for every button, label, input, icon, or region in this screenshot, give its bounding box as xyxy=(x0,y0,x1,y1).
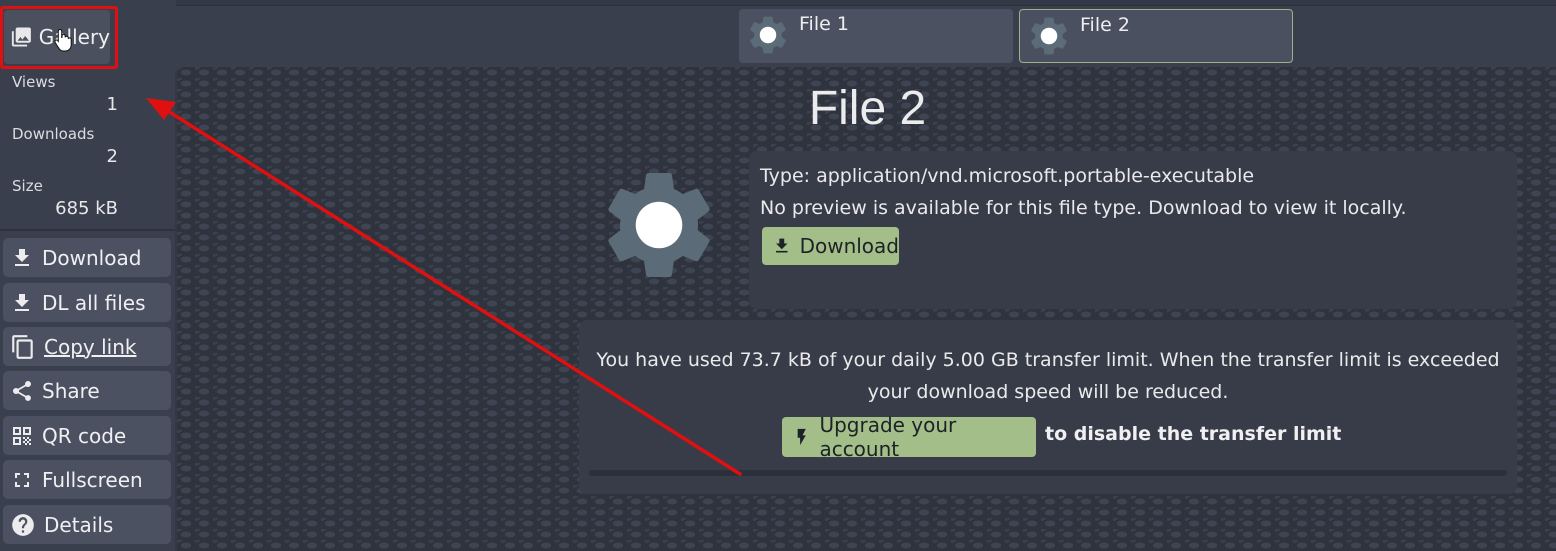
share-label: Share xyxy=(42,378,100,403)
fullscreen-icon xyxy=(15,472,29,487)
download-icon xyxy=(15,293,29,311)
upgrade-account-button[interactable]: Upgrade your account xyxy=(782,413,1036,461)
file-viewer: File 2 Type: application/vnd.microsoft.p… xyxy=(175,67,1556,551)
copy-link-label: Copy link xyxy=(44,334,137,359)
transfer-progress-bar xyxy=(589,470,1507,476)
qr-code-icon xyxy=(13,426,31,445)
details-button[interactable]: Details xyxy=(3,505,171,544)
views-value: 1 xyxy=(106,94,118,115)
tab-file-1[interactable]: File 1 xyxy=(739,9,1013,63)
gear-icon xyxy=(750,16,786,54)
sidebar-divider xyxy=(0,229,176,231)
downloads-value: 2 xyxy=(106,146,118,167)
download-all-label: DL all files xyxy=(42,290,146,315)
download-button[interactable]: Download xyxy=(3,238,171,277)
size-label: Size xyxy=(12,177,43,195)
tab-file-2-label: File 2 xyxy=(1080,14,1130,36)
download-label: Download xyxy=(42,245,142,270)
fullscreen-label: Fullscreen xyxy=(42,467,143,492)
upgrade-suffix-text: to disable the transfer limit xyxy=(1045,423,1342,445)
transfer-limit-text: You have used 73.7 kB of your daily 5.00… xyxy=(596,349,1500,403)
file-title: File 2 xyxy=(808,82,927,135)
file-info-panel: Type: application/vnd.microsoft.portable… xyxy=(749,151,1517,309)
file-download-button[interactable]: Download xyxy=(762,227,899,265)
gear-icon xyxy=(608,172,710,277)
views-label: Views xyxy=(12,73,56,91)
tab-file-2[interactable]: File 2 xyxy=(1019,9,1293,63)
download-icon xyxy=(776,238,788,253)
download-icon xyxy=(15,248,29,266)
file-download-label: Download xyxy=(799,234,899,258)
top-strip xyxy=(0,0,1556,6)
downloads-label: Downloads xyxy=(12,125,95,143)
share-icon xyxy=(12,380,31,401)
fullscreen-button[interactable]: Fullscreen xyxy=(3,460,171,499)
gear-icon xyxy=(1031,17,1067,55)
share-button[interactable]: Share xyxy=(3,371,171,410)
sidebar: Gallery Views 1 Downloads 2 Size 685 kB … xyxy=(0,0,176,551)
help-circle-icon xyxy=(12,513,34,536)
copy-icon xyxy=(12,334,33,359)
tab-file-1-label: File 1 xyxy=(799,13,849,35)
upgrade-account-label: Upgrade your account xyxy=(819,413,957,461)
lightning-icon xyxy=(797,428,806,446)
qr-code-label: QR code xyxy=(42,423,127,448)
file-type-text: Type: application/vnd.microsoft.portable… xyxy=(760,165,1255,187)
qr-code-button[interactable]: QR code xyxy=(3,416,171,455)
size-value: 685 kB xyxy=(55,198,118,219)
download-all-button[interactable]: DL all files xyxy=(3,283,171,322)
hand-cursor-icon xyxy=(54,28,72,52)
details-label: Details xyxy=(44,512,114,537)
copy-link-button[interactable]: Copy link xyxy=(3,327,171,366)
no-preview-text: No preview is available for this file ty… xyxy=(760,197,1407,219)
transfer-limit-panel: You have used 73.7 kB of your daily 5.00… xyxy=(579,320,1517,494)
